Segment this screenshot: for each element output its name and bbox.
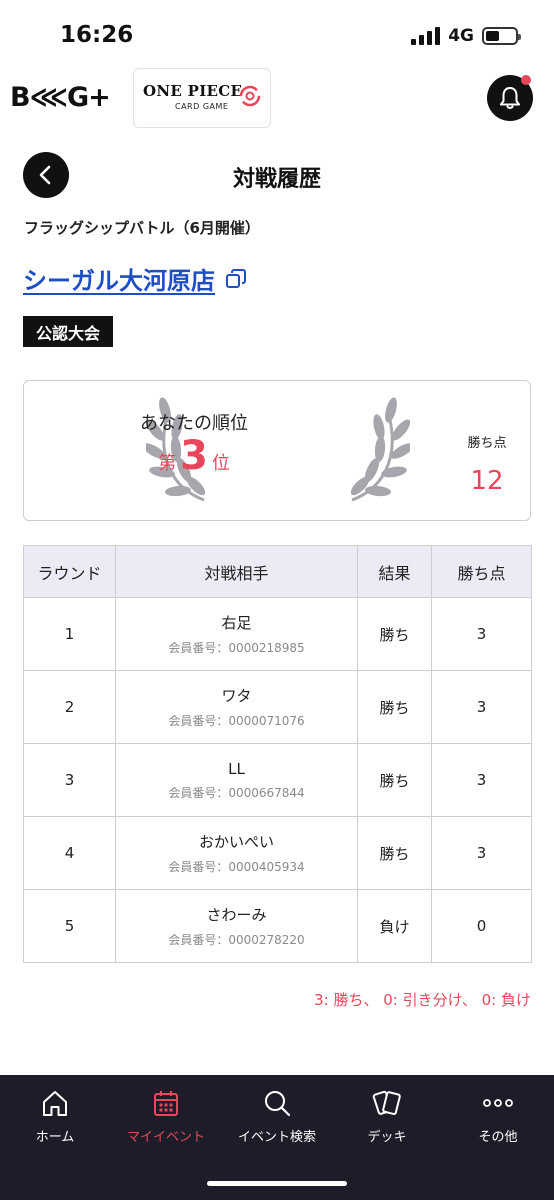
points-legend: 3: 勝ち、 0: 引き分け、 0: 負け xyxy=(314,991,531,1009)
nav-label-more: その他 xyxy=(478,1130,518,1145)
status-bar: 16:26 4G xyxy=(0,0,554,72)
nav-item-home[interactable]: ホーム xyxy=(0,1075,110,1153)
result-cell: 勝ち xyxy=(357,670,432,744)
nav-label-event-search: イベント検索 xyxy=(237,1130,316,1145)
nav-label-home: ホーム xyxy=(35,1130,75,1145)
opponent-name: さわーみ xyxy=(206,906,267,924)
table-row: 5 さわーみ会員番号：0000278220 負け 0 xyxy=(23,889,532,963)
table-row: 1 右足会員番号：0000218985 勝ち 3 xyxy=(23,597,532,671)
table-row: 2 ワタ会員番号：0000071076 勝ち 3 xyxy=(23,670,532,744)
opponent-member-id: 会員番号：0000667844 xyxy=(168,785,305,800)
opponent-cell: おかいぺい会員番号：0000405934 xyxy=(115,816,358,890)
app-header: B⋘G+ ONE PIECE CARD GAME xyxy=(0,66,554,132)
brand-logo[interactable]: B⋘G+ xyxy=(10,82,111,113)
opponent-member-id: 会員番号：0000218985 xyxy=(168,641,305,655)
column-header-round: ラウンド xyxy=(23,545,116,598)
opponent-name: 右足 xyxy=(221,614,252,632)
page-title: 対戦履歴 xyxy=(232,167,321,192)
column-header-points: 勝ち点 xyxy=(431,545,532,598)
opponent-cell: 右足会員番号：0000218985 xyxy=(115,597,358,671)
opponent-name: LL xyxy=(228,759,245,778)
points-cell: 0 xyxy=(431,889,532,963)
points-cell: 3 xyxy=(431,743,532,817)
result-cell: 勝ち xyxy=(357,597,432,671)
opponent-member-id: 会員番号：0000071076 xyxy=(168,714,305,728)
home-indicator xyxy=(207,1181,347,1186)
event-type-badge: 公認大会 xyxy=(23,316,114,347)
nav-label-deck: デッキ xyxy=(367,1130,407,1145)
result-cell: 勝ち xyxy=(357,816,432,890)
match-history-table: ラウンド 対戦相手 結果 勝ち点 1 右足会員番号：0000218985 勝ち … xyxy=(23,545,532,963)
round-cell: 2 xyxy=(23,670,116,744)
event-name: フラッグシップバトル（6月開催） xyxy=(24,219,260,237)
external-link-icon[interactable] xyxy=(225,268,247,290)
opponent-name: おかいぺい xyxy=(198,833,274,851)
store-name[interactable]: シーガル大河原店 xyxy=(23,261,215,296)
round-cell: 3 xyxy=(23,743,116,817)
table-row: 4 おかいぺい会員番号：0000405934 勝ち 3 xyxy=(23,816,532,890)
table-row: 3 LL 会員番号：0000667844 勝ち 3 xyxy=(23,743,532,817)
rank-caption: あなたの順位 xyxy=(140,413,248,434)
opponent-cell: ワタ会員番号：0000071076 xyxy=(115,670,358,744)
rank-display: 第 3 位 xyxy=(24,436,364,476)
partner-logo-ring-icon xyxy=(239,85,261,107)
round-cell: 1 xyxy=(23,597,116,671)
opponent-cell: LL 会員番号：0000667844 xyxy=(115,743,358,817)
points-cell: 3 xyxy=(431,597,532,671)
status-indicators: 4G xyxy=(411,26,521,46)
points-label: 勝ち点 xyxy=(467,436,507,451)
bell-icon xyxy=(500,87,520,109)
search-icon xyxy=(265,1091,291,1117)
nav-label-my-events: マイイベント xyxy=(126,1130,205,1145)
rank-value: 3 xyxy=(180,433,208,479)
rank-suffix: 位 xyxy=(211,453,230,474)
cards-icon xyxy=(372,1090,401,1115)
opponent-cell: さわーみ会員番号：0000278220 xyxy=(115,889,358,963)
store-link[interactable]: シーガル大河原店 xyxy=(23,261,247,296)
points-cell: 3 xyxy=(431,816,532,890)
nav-item-my-events[interactable]: マイイベント xyxy=(110,1075,222,1153)
column-header-opponent: 対戦相手 xyxy=(115,545,358,598)
notification-badge xyxy=(521,75,531,85)
nav-item-event-search[interactable]: イベント検索 xyxy=(222,1075,332,1153)
nav-item-more[interactable]: その他 xyxy=(442,1075,554,1153)
network-label: 4G xyxy=(448,26,474,46)
rank-prefix: 第 xyxy=(158,453,177,474)
partner-logo-subtitle: CARD GAME xyxy=(175,102,229,111)
signal-icon xyxy=(411,27,441,45)
points-value: 12 xyxy=(470,466,504,496)
status-time: 16:26 xyxy=(60,22,134,48)
nav-item-deck[interactable]: デッキ xyxy=(332,1075,442,1153)
table-header-row: ラウンド 対戦相手 結果 勝ち点 xyxy=(23,545,532,598)
notification-button[interactable] xyxy=(487,75,533,121)
battery-icon xyxy=(482,27,521,45)
opponent-name: ワタ xyxy=(221,687,252,705)
opponent-member-id: 会員番号：0000405934 xyxy=(168,860,305,874)
column-header-result: 結果 xyxy=(357,545,432,598)
result-cell: 勝ち xyxy=(357,743,432,817)
opponent-member-id: 会員番号：0000278220 xyxy=(168,933,305,947)
home-icon xyxy=(43,1091,67,1116)
one-piece-card-game-logo[interactable]: ONE PIECE CARD GAME xyxy=(133,68,271,128)
rank-card: あなたの順位 第 3 位 勝ち点 12 xyxy=(23,380,531,521)
partner-logo-title: ONE PIECE xyxy=(143,82,243,100)
round-cell: 4 xyxy=(23,816,116,890)
calendar-icon xyxy=(154,1091,178,1116)
more-icon xyxy=(483,1099,513,1107)
result-cell: 負け xyxy=(357,889,432,963)
points-cell: 3 xyxy=(431,670,532,744)
round-cell: 5 xyxy=(23,889,116,963)
